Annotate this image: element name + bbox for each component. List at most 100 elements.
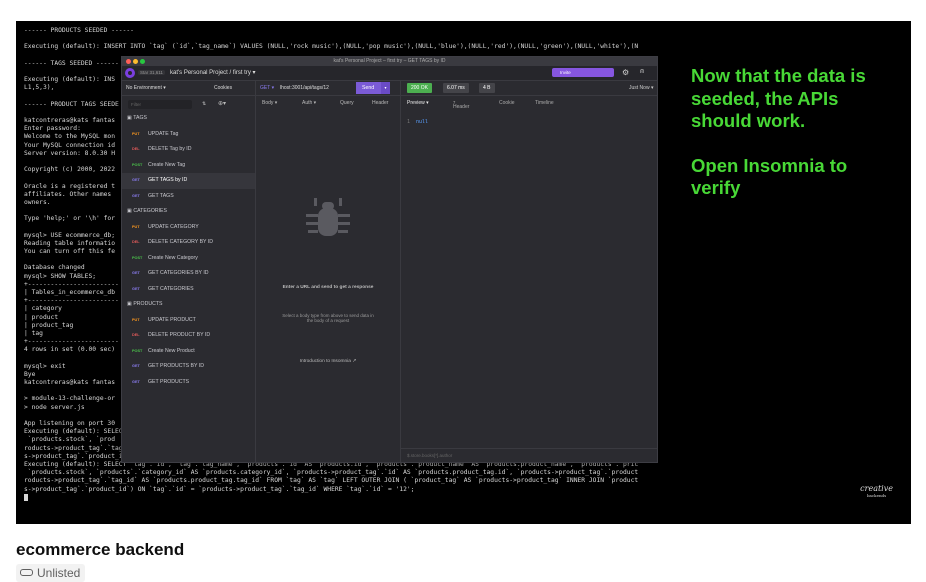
tab-preview[interactable]: Preview ▾ — [407, 100, 429, 106]
response-tabs: Preview ▾ Header 7 Cookie Timeline — [401, 96, 657, 110]
sidebar-request-item[interactable]: GET GET TAGS by ID — [122, 173, 255, 189]
terminal-line: roducts->product_tag`.`tag_id` AS `produ… — [24, 477, 639, 485]
insomnia-window: kat's Personal Project – first try – GET… — [121, 56, 658, 463]
request-label: UPDATE Tag — [148, 130, 179, 137]
method-badge: DEL — [132, 147, 140, 151]
request-label: Create New Tag — [148, 161, 186, 168]
url-input[interactable]: lhost:3001/api/tags/12 — [280, 85, 329, 91]
response-size: 4 B — [479, 83, 495, 93]
environment-select[interactable]: No Environment ▾ — [126, 85, 166, 91]
request-label: DELETE CATEGORY BY ID — [148, 239, 214, 245]
url-bar: GET ▾ lhost:3001/api/tags/12 Send ▾ — [256, 81, 400, 96]
sidebar-request-item[interactable]: GET GET PRODUCTS BY ID — [122, 359, 255, 375]
tab-body[interactable]: Body ▾ — [262, 100, 277, 106]
intro-link-label: Introduction to Insomnia — [299, 359, 351, 364]
request-label: GET CATEGORIES — [148, 285, 194, 292]
folder-label: CATEGORIES — [133, 208, 167, 214]
response-value: null — [416, 119, 429, 125]
filter-input[interactable]: Filter — [128, 100, 192, 109]
request-label: DELETE Tag by ID — [148, 146, 192, 152]
sidebar-request-item[interactable]: DEL DELETE CATEGORY BY ID — [122, 235, 255, 251]
chevron-down-icon[interactable]: ▾ — [381, 82, 390, 94]
request-label: GET TAGS — [148, 192, 174, 199]
tab-header[interactable]: Header — [372, 100, 388, 106]
sidebar-request-item[interactable]: PUT UPDATE PRODUCT — [122, 313, 255, 329]
request-tree: ▣ TAGS PUT UPDATE Tag DEL DELETE Tag by ID PO… — [122, 111, 255, 390]
method-badge: GET — [132, 178, 140, 182]
project-breadcrumb[interactable]: kat's Personal Project / first try ▾ — [170, 69, 256, 76]
sidebar-request-item[interactable]: GET GET CATEGORIES — [122, 282, 255, 298]
sidebar: No Environment ▾ Cookies Filter ⇅ ⊕▾ ▣ T… — [122, 81, 256, 462]
sidebar-request-item[interactable]: POST Create New Product — [122, 344, 255, 360]
tab-cookie[interactable]: Cookie — [499, 100, 515, 106]
folder-label: TAGS — [133, 115, 147, 121]
method-badge: GET — [132, 364, 140, 368]
intro-link[interactable]: Introduction to Insomnia ↗ — [276, 359, 380, 364]
folder-tags[interactable]: ▣ TAGS — [122, 111, 255, 127]
window-title: kat's Personal Project – first try – GET… — [333, 58, 446, 64]
visibility-badge: Unlisted — [16, 564, 86, 582]
link-icon — [20, 569, 33, 577]
method-badge: GET — [132, 379, 140, 384]
method-badge: POST — [132, 348, 143, 353]
tab-auth[interactable]: Auth ▾ — [302, 100, 316, 106]
request-label: UPDATE CATEGORY — [148, 223, 199, 230]
sidebar-request-item[interactable]: DEL DELETE PRODUCT BY ID — [122, 328, 255, 344]
tab-query[interactable]: Query — [340, 100, 354, 106]
terminal-line: s->product_tag`.`product_id`) ON `tag`.`… — [24, 485, 415, 493]
method-badge: PUT — [132, 131, 140, 136]
empty-state-bug-icon — [306, 198, 350, 236]
method-badge: GET — [132, 193, 140, 198]
folder-products[interactable]: ▣ PRODUCTS — [122, 297, 255, 313]
method-badge: DEL — [132, 240, 140, 244]
environment-row: No Environment ▾ Cookies — [122, 81, 255, 96]
github-stars[interactable]: Star 31,611 — [138, 70, 165, 75]
tab-response-header[interactable]: Header 7 — [453, 100, 469, 110]
sort-icon[interactable]: ⇅ — [202, 101, 206, 107]
gear-icon[interactable]: ⚙ — [622, 68, 629, 77]
method-badge: GET — [132, 271, 140, 275]
request-tabs: Body ▾ Auth ▾ Query Header — [256, 96, 400, 110]
folder-categories[interactable]: ▣ CATEGORIES — [122, 204, 255, 220]
tab-timeline[interactable]: Timeline — [535, 100, 554, 106]
sidebar-request-item[interactable]: GET GET TAGS — [122, 189, 255, 205]
send-button[interactable]: Send ▾ — [356, 82, 390, 94]
video-title: ecommerce backend — [16, 540, 185, 559]
video-player[interactable]: ------ PRODUCTS SEEDED ------ Executing (… — [16, 21, 911, 524]
invite-button[interactable]: Invite — [552, 68, 614, 77]
cookies-button[interactable]: Cookies — [214, 85, 232, 91]
response-pane: 200 OK 6.07 ms 4 B Just Now ▾ Preview ▾ … — [401, 81, 657, 462]
terminal-prompt-line — [24, 493, 684, 502]
brand-logo: creative backends — [860, 484, 893, 498]
method-badge: PUT — [132, 224, 140, 229]
caption-line-2: Open Insomnia to verify — [691, 154, 848, 199]
method-badge: GET — [132, 286, 140, 291]
terminal-line: ------ PRODUCTS SEEDED ------ — [24, 27, 134, 34]
brand-sub: backends — [866, 493, 887, 498]
request-label: Create New Category — [148, 254, 198, 261]
sidebar-request-item[interactable]: POST Create New Tag — [122, 158, 255, 174]
empty-state-subtitle: Select a body type from above to send da… — [282, 313, 374, 323]
sidebar-request-item[interactable]: PUT UPDATE Tag — [122, 127, 255, 143]
window-titlebar: kat's Personal Project – first try – GET… — [122, 57, 657, 66]
sidebar-request-item[interactable]: GET GET CATEGORIES BY ID — [122, 266, 255, 282]
sidebar-request-item[interactable]: POST Create New Category — [122, 251, 255, 267]
response-body: 1 null — [407, 119, 428, 125]
add-icon[interactable]: ⊕▾ — [218, 100, 226, 107]
status-badge: 200 OK — [407, 83, 432, 93]
sidebar-request-item[interactable]: PUT UPDATE CATEGORY — [122, 220, 255, 236]
response-filter-input[interactable]: $.store.books[*].author — [401, 448, 657, 462]
terminal-cursor — [24, 493, 28, 501]
insomnia-logo-icon[interactable] — [125, 68, 135, 78]
sidebar-request-item[interactable]: GET GET PRODUCTS — [122, 375, 255, 391]
sidebar-request-item[interactable]: DEL DELETE Tag by ID — [122, 142, 255, 158]
method-badge: DEL — [132, 333, 140, 337]
user-icon[interactable]: ⍝ — [640, 68, 644, 76]
request-label: DELETE PRODUCT BY ID — [148, 332, 211, 338]
video-caption: Now that the data is seeded, the APIs sh… — [691, 65, 901, 222]
empty-state-title: Enter a URL and send to get a response — [282, 285, 374, 290]
request-label: GET CATEGORIES BY ID — [148, 270, 209, 276]
terminal-line: Executing (default): INSERT INTO `tag` (… — [24, 43, 639, 51]
history-select[interactable]: Just Now ▾ — [629, 85, 653, 91]
method-select[interactable]: GET ▾ — [260, 85, 274, 91]
